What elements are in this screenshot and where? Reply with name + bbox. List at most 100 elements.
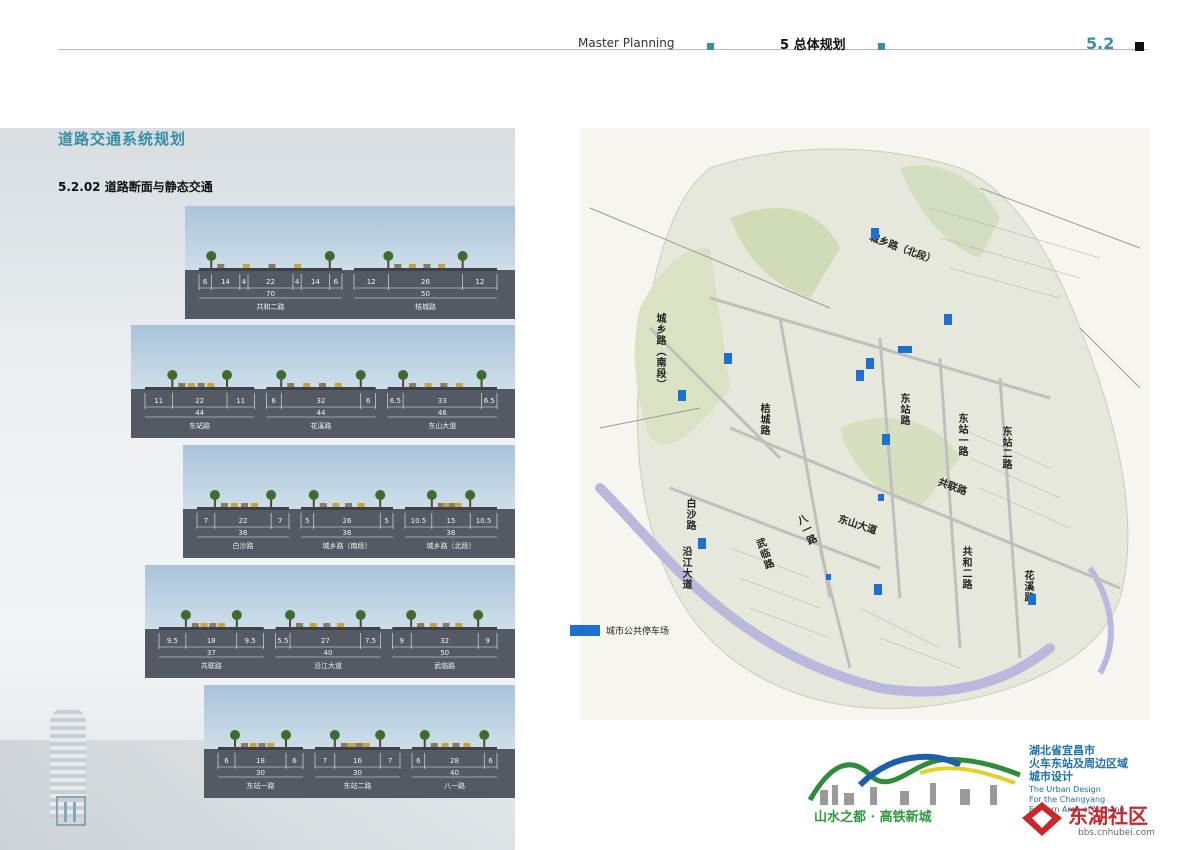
segment-width-label: 11 bbox=[154, 397, 164, 405]
road-surface bbox=[354, 268, 497, 271]
car-icon bbox=[323, 623, 331, 627]
car-icon bbox=[438, 264, 446, 268]
car-icon bbox=[334, 383, 342, 387]
tree-trunk bbox=[461, 260, 464, 269]
car-icon bbox=[294, 264, 302, 268]
tree-icon bbox=[383, 251, 394, 261]
tree-icon bbox=[426, 490, 437, 500]
parking-marker bbox=[874, 584, 882, 595]
car-icon bbox=[440, 383, 448, 387]
car-icon bbox=[417, 623, 425, 627]
brand-mountain-logo bbox=[807, 753, 1021, 805]
segment-width-label: 7 bbox=[277, 517, 283, 525]
car-icon bbox=[207, 383, 215, 387]
car-icon bbox=[337, 623, 345, 627]
car-icon bbox=[362, 743, 370, 747]
segment-width-label: 9.5 bbox=[166, 637, 178, 645]
road-surface bbox=[315, 747, 400, 750]
tree-trunk bbox=[270, 499, 273, 508]
parking-marker bbox=[1028, 594, 1036, 605]
segment-width-label: 22 bbox=[195, 397, 205, 405]
total-width-label: 36 bbox=[446, 529, 456, 537]
total-width-label: 40 bbox=[323, 649, 333, 657]
road-section-panel-3: 7 22 7 36 白沙路 5 26 5 36 城乡路（南段） 10.5 15 10.5 36 城乡路（北段… bbox=[183, 445, 515, 558]
tree-icon bbox=[231, 610, 242, 620]
car-icon bbox=[452, 743, 460, 747]
road-surface bbox=[159, 627, 264, 630]
car-icon bbox=[455, 383, 463, 387]
segment-width-label: 32 bbox=[440, 637, 450, 645]
road-name-label: 共和二路 bbox=[256, 303, 285, 311]
car-icon bbox=[348, 743, 356, 747]
segment-width-label: 32 bbox=[316, 397, 326, 405]
tree-icon bbox=[398, 370, 409, 380]
car-icon bbox=[251, 503, 259, 507]
road-surface bbox=[301, 507, 393, 510]
header-page-number: 5.2 bbox=[1086, 34, 1115, 53]
road-name-label: 东站路 bbox=[189, 422, 211, 430]
car-icon bbox=[394, 264, 402, 268]
road-surface bbox=[405, 507, 497, 510]
road-name-label: 花溪路 bbox=[310, 422, 332, 430]
segment-width-label: 6.5 bbox=[483, 397, 495, 405]
segment-width-label: 12 bbox=[366, 278, 376, 286]
tree-trunk bbox=[234, 739, 236, 748]
car-icon bbox=[303, 383, 311, 387]
segment-width-label: 7.5 bbox=[364, 637, 377, 645]
segment-width-label: 22 bbox=[238, 517, 248, 525]
segment-width-label: 5.5 bbox=[277, 637, 289, 645]
parking-marker bbox=[826, 574, 831, 580]
tree-icon bbox=[209, 490, 220, 500]
car-icon bbox=[209, 623, 217, 627]
car-icon bbox=[309, 623, 317, 627]
car-icon bbox=[241, 743, 248, 747]
map-label-dongzhan1: 东站一路 bbox=[956, 413, 967, 457]
segment-width-label: 6 bbox=[488, 757, 493, 765]
car-icon bbox=[220, 503, 228, 507]
header-end-marker bbox=[1135, 42, 1144, 51]
car-icon bbox=[267, 743, 275, 747]
road-name-label: 东站一路 bbox=[246, 782, 275, 790]
road-name-label: 桔城路 bbox=[415, 303, 436, 311]
tree-icon bbox=[329, 730, 340, 740]
parking-marker bbox=[866, 358, 874, 369]
segment-width-label: 6 bbox=[224, 757, 229, 765]
car-icon bbox=[454, 503, 462, 507]
tree-trunk bbox=[235, 619, 238, 628]
tree-icon bbox=[355, 610, 366, 620]
segment-width-label: 18 bbox=[206, 637, 216, 645]
car-icon bbox=[332, 503, 340, 507]
segment-width-label: 6 bbox=[416, 757, 421, 765]
car-icon bbox=[424, 383, 432, 387]
car-icon bbox=[188, 383, 195, 387]
road-name-label: 八一路 bbox=[444, 782, 465, 790]
road-name-label: 东山大道 bbox=[428, 422, 457, 430]
tree-trunk bbox=[359, 379, 362, 388]
segment-width-label: 6 bbox=[202, 278, 208, 286]
car-icon bbox=[340, 743, 348, 747]
tree-trunk bbox=[480, 379, 483, 388]
segment-width-label: 6 bbox=[333, 278, 339, 286]
tree-icon bbox=[473, 610, 484, 620]
segment-width-label: 7 bbox=[322, 757, 328, 765]
car-icon bbox=[178, 383, 186, 387]
car-icon bbox=[242, 264, 250, 268]
tree-icon bbox=[180, 610, 191, 620]
section-subtitle: 5.2.02 道路断面与静态交通 bbox=[58, 180, 213, 194]
road-section-panel-2: 11 22 11 44 东站路 6 32 6 44 花溪路 6.5 33 6.5 46 东山大道 bbox=[131, 325, 515, 438]
road-name-label: 城乡路（北段） bbox=[426, 542, 476, 550]
project-title: 湖北省宜昌市 火车东站及周边区域 城市设计 bbox=[1029, 744, 1128, 783]
tree-trunk bbox=[213, 499, 216, 508]
road-surface bbox=[266, 387, 376, 390]
road-name-label: 城乡路（南段） bbox=[322, 542, 372, 550]
road-name-label: 白沙路 bbox=[232, 542, 254, 550]
total-width-label: 70 bbox=[266, 290, 275, 298]
segment-width-label: 9.5 bbox=[244, 637, 256, 645]
map-label-gonghe2: 共和二路 bbox=[960, 546, 971, 590]
car-icon bbox=[319, 383, 326, 387]
total-width-label: 44 bbox=[195, 409, 205, 417]
total-width-label: 30 bbox=[353, 769, 362, 777]
car-icon bbox=[287, 383, 295, 387]
car-icon bbox=[217, 264, 225, 268]
tree-icon bbox=[457, 251, 468, 261]
